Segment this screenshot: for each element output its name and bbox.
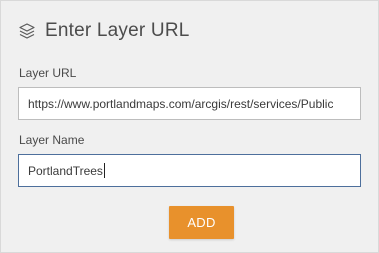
page-title: Enter Layer URL [45,20,190,41]
enter-layer-url-panel: Enter Layer URL Layer URL https://www.po… [0,0,379,253]
layers-icon [18,22,36,40]
text-caret [103,163,105,178]
panel-header: Enter Layer URL [18,20,190,42]
add-button[interactable]: ADD [169,206,234,239]
layer-url-label: Layer URL [19,66,77,80]
layer-url-value: https://www.portlandmaps.com/arcgis/rest… [28,96,334,111]
layer-name-label: Layer Name [19,133,85,147]
layer-url-input[interactable]: https://www.portlandmaps.com/arcgis/rest… [18,87,361,120]
layer-name-input[interactable]: PortlandTrees [18,154,361,187]
layer-name-value: PortlandTrees [28,163,103,178]
